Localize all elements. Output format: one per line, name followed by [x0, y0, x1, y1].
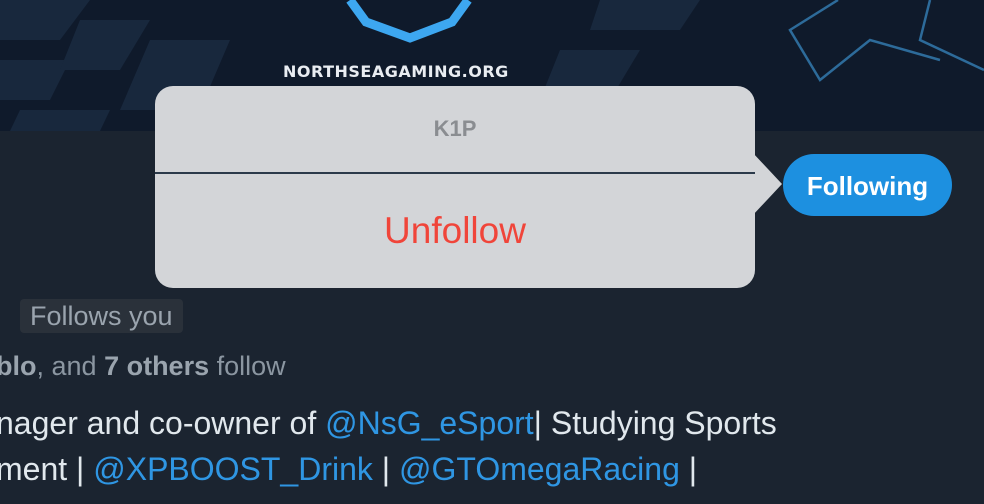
mention-link[interactable]: @XPBOOST_Drink: [93, 451, 373, 487]
follower-name: blo: [0, 351, 37, 381]
mention-link[interactable]: @GTOmegaRacing: [399, 451, 680, 487]
bio-line-2: ment | @XPBOOST_Drink | @GTOmegaRacing |: [0, 451, 697, 488]
popover-divider: [155, 172, 755, 174]
bio-text: | Studying Sports: [533, 405, 777, 441]
bio-text: |: [372, 451, 399, 487]
bio-text: nager and co-owner of: [0, 405, 326, 441]
following-button[interactable]: Following: [783, 154, 952, 216]
followers-separator: , and: [36, 351, 105, 381]
followers-count: 7 others: [104, 351, 210, 381]
unfollow-button[interactable]: Unfollow: [155, 210, 755, 252]
popover-arrow: [752, 152, 782, 216]
popover-title: K1P: [433, 116, 477, 141]
bio-text: ment |: [0, 451, 94, 487]
bio-text: |: [679, 451, 698, 487]
unfollow-popover: K1P Unfollow: [155, 86, 755, 288]
bio-line-1: nager and co-owner of @NsG_eSport| Study…: [0, 405, 777, 442]
mention-link[interactable]: @NsG_eSport: [325, 405, 534, 441]
follows-you-badge: Follows you: [20, 299, 183, 333]
followers-you-know[interactable]: blo, and 7 others follow: [0, 351, 286, 382]
followers-suffix: follow: [209, 351, 286, 381]
banner-caption: NORTHSEAGAMING.ORG: [283, 62, 509, 81]
